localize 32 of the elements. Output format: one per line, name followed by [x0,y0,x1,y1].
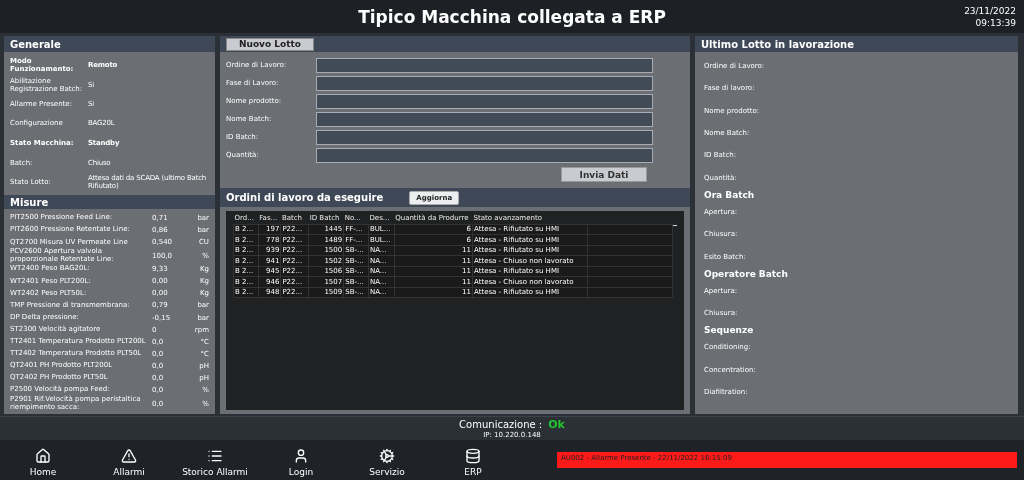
input-field[interactable] [316,129,653,145]
nav-button[interactable]: Allarmi [86,440,172,480]
section-heading: Ora Batch [704,188,756,201]
nav-button[interactable]: Login [258,440,344,480]
home-icon [35,448,51,464]
list-icon [207,448,223,464]
panel-title: Misure [10,196,49,208]
input-field[interactable] [316,75,653,91]
section-heading: Operatore Batch [704,267,789,280]
input-field[interactable] [316,111,653,127]
input-field[interactable] [316,57,653,73]
status-value: Ok [548,418,565,431]
warning-icon [121,448,137,464]
nav-button[interactable]: Storico Allarmi [172,440,258,480]
time-text: 09:13:39 [974,17,1016,29]
window-title: Tipico Macchina collegata a ERP [358,6,666,27]
user-icon [293,448,309,464]
database-icon [465,448,481,464]
scrollbar-mark [673,225,677,226]
input-field[interactable] [316,93,653,109]
new-batch-button[interactable]: Nuovo Lotto [226,37,314,51]
date-text: 23/11/2022 [964,5,1016,17]
nav-button[interactable]: Servizio [344,440,430,480]
nav-button[interactable]: Home [0,440,86,480]
nav-button[interactable]: ERP [430,440,516,480]
input-field[interactable] [316,147,653,163]
send-button[interactable]: Invia Dati [561,167,647,182]
panel-title: Ordini di lavoro da eseguire [226,192,384,203]
status-label: Comunicazione : [459,419,543,430]
section-heading: Sequenze [704,324,755,337]
panel-title: Generale [10,38,61,50]
panel-title: Ultimo Lotto in lavorazione [701,38,854,50]
